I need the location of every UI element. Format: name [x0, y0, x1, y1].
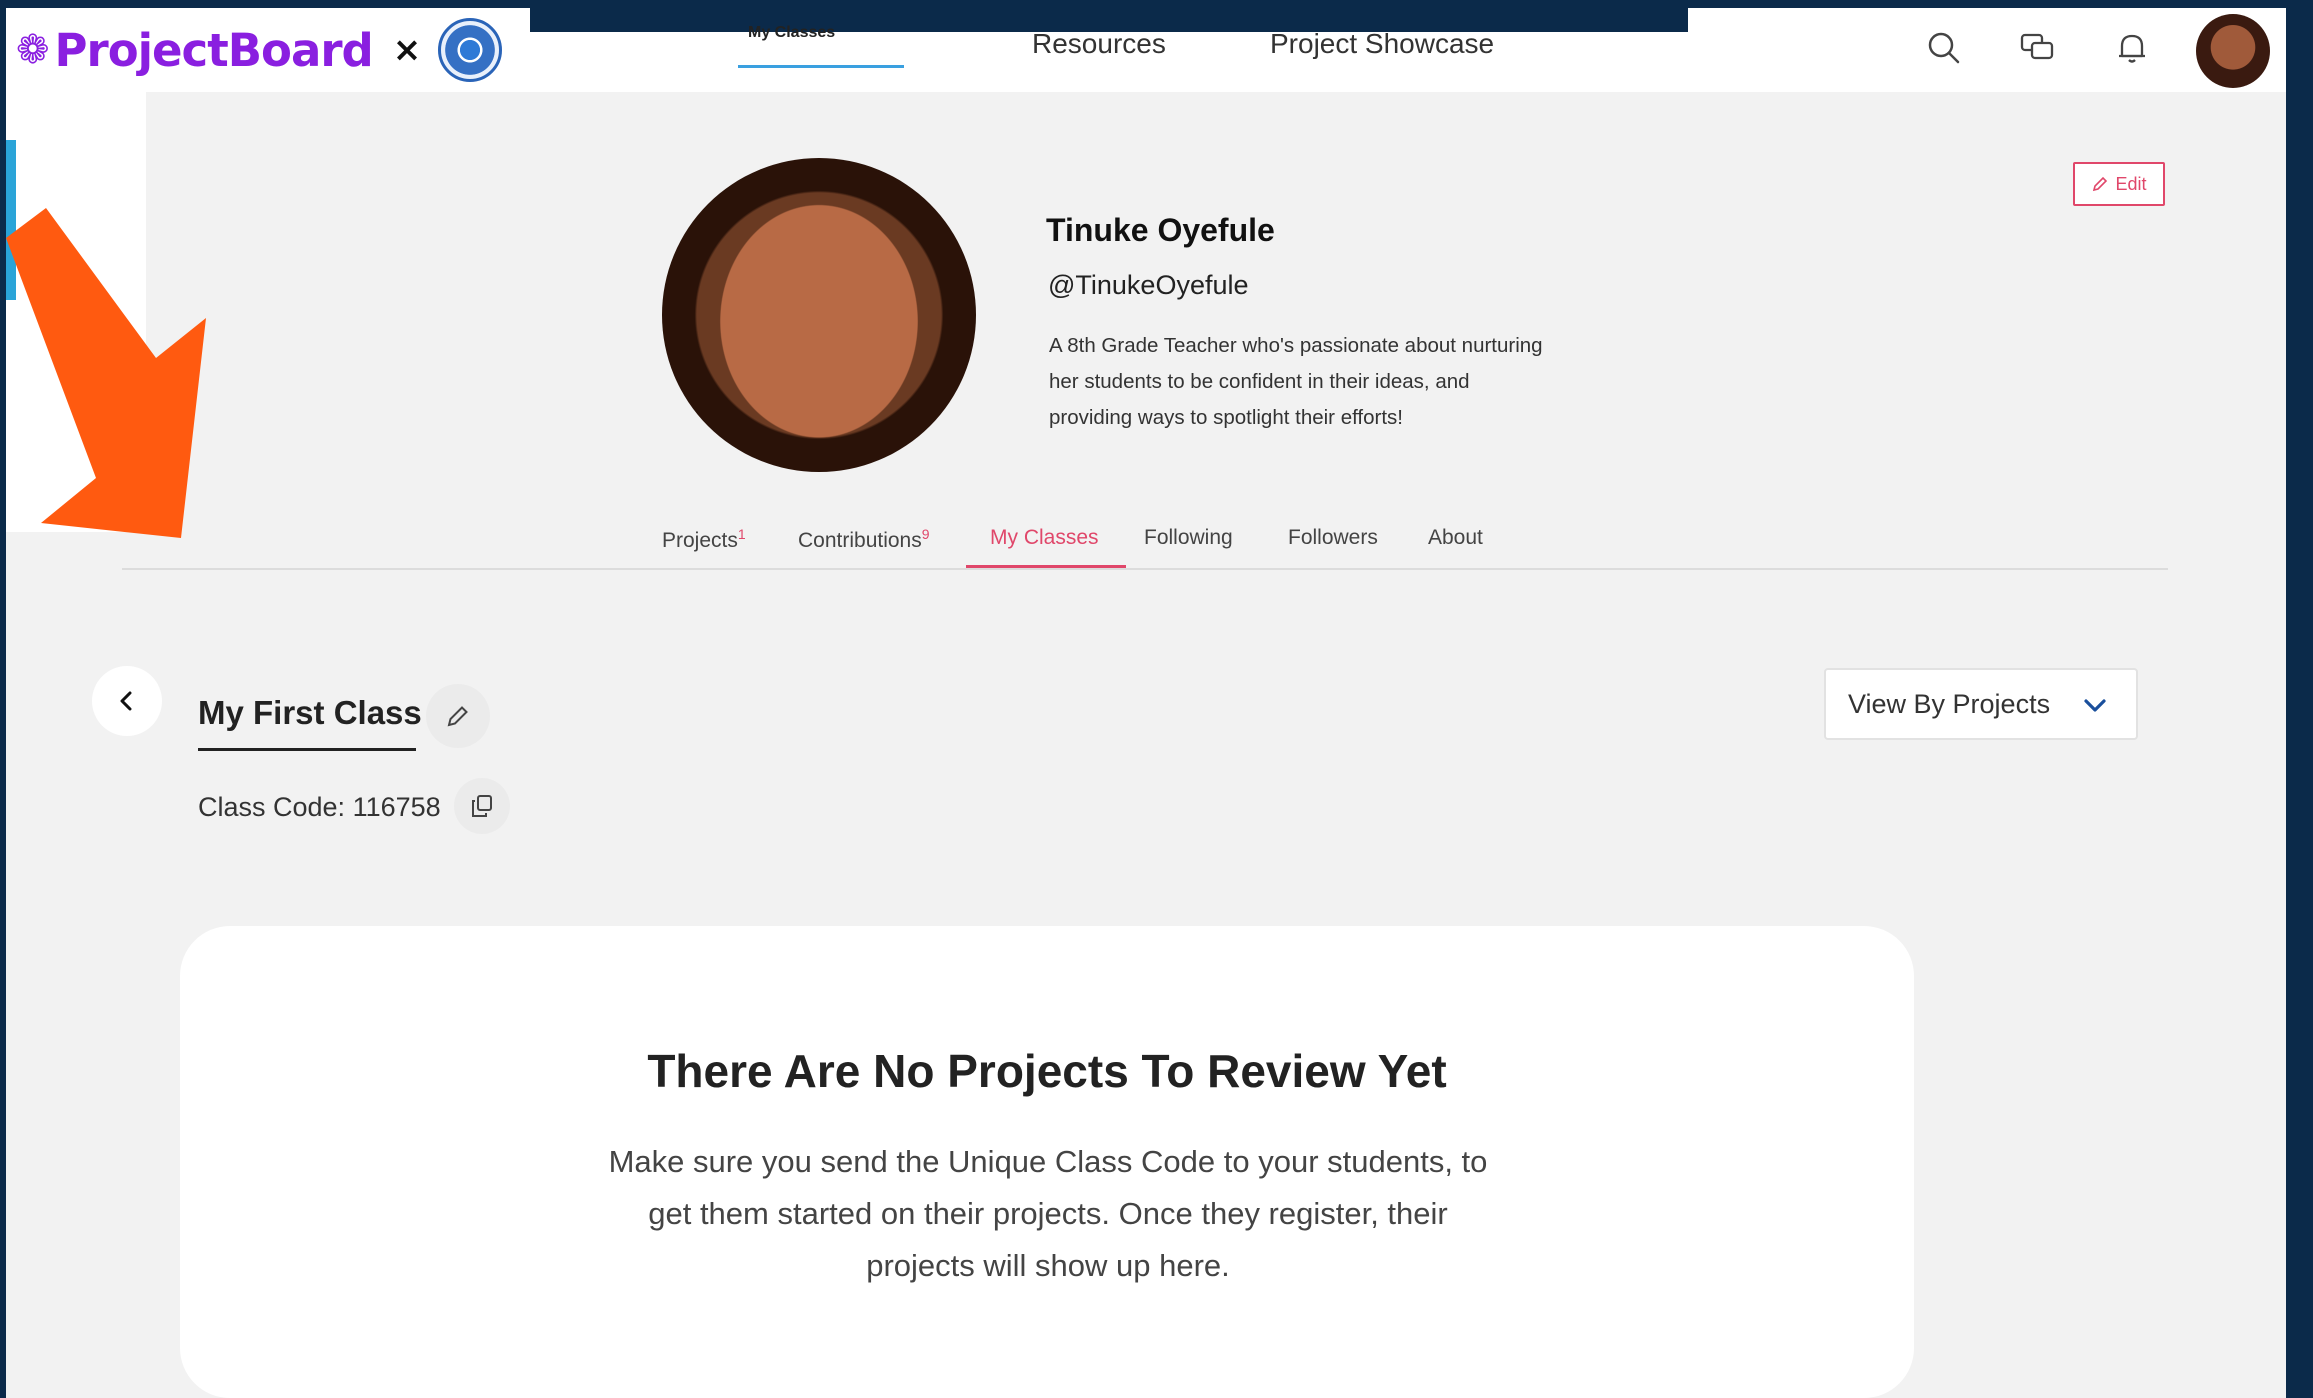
- profile-handle: @TinukeOyefule: [1048, 270, 1249, 300]
- tabs-divider: [122, 568, 2168, 570]
- empty-state-title: There Are No Projects To Review Yet: [647, 1045, 1447, 1097]
- brand-gear-icon: ❁: [16, 27, 50, 73]
- edit-label: Edit: [2115, 173, 2147, 194]
- tab-projects[interactable]: Projects1: [662, 526, 746, 553]
- profile-bio: A 8th Grade Teacher who's passionate abo…: [1049, 328, 1609, 436]
- empty-state-line: get them started on their projects. Once…: [648, 1196, 1448, 1231]
- tab-following[interactable]: Following: [1144, 526, 1233, 550]
- app-page: ❁ ProjectBoard × My Classes Resources Pr…: [6, 8, 2293, 1398]
- search-icon[interactable]: [1924, 28, 1964, 68]
- tab-about[interactable]: About: [1428, 526, 1483, 550]
- nav-resources[interactable]: Resources: [1032, 28, 1166, 60]
- edit-profile-button[interactable]: Edit: [2073, 162, 2165, 206]
- empty-state-line: Make sure you send the Unique Class Code…: [608, 1144, 1488, 1179]
- profile-bio-line: her students to be confident in their id…: [1049, 370, 1470, 393]
- pencil-icon: [2093, 176, 2108, 192]
- top-nav: ❁ ProjectBoard × My Classes Resources Pr…: [6, 8, 2293, 92]
- chevron-down-icon: [2084, 699, 2106, 712]
- user-avatar[interactable]: [2196, 14, 2270, 88]
- tab-contributions[interactable]: Contributions9: [798, 526, 930, 553]
- empty-state-card: There Are No Projects To Review Yet Make…: [180, 926, 1914, 1398]
- tab-active-underline: [966, 565, 1126, 568]
- view-by-select[interactable]: View By Projects: [1824, 668, 2138, 740]
- back-button[interactable]: [92, 666, 162, 736]
- class-code: Class Code: 116758: [198, 792, 441, 822]
- partner-seal-icon: [438, 18, 503, 82]
- frame-right: [2286, 0, 2313, 1398]
- nav-my-classes[interactable]: My Classes: [748, 24, 835, 42]
- profile-bio-line: providing ways to spotlight their effort…: [1049, 406, 1403, 429]
- bell-icon[interactable]: [2112, 28, 2152, 68]
- brand-separator: ×: [392, 30, 421, 70]
- empty-state-text: Make sure you send the Unique Class Code…: [528, 1136, 1568, 1292]
- pencil-icon: [447, 706, 468, 727]
- annotation-arrow-icon: [6, 208, 206, 538]
- messages-icon[interactable]: [2018, 28, 2058, 68]
- empty-state-line: projects will show up here.: [866, 1248, 1230, 1283]
- brand-name: ProjectBoard: [54, 23, 374, 77]
- brand-logo[interactable]: ❁ ProjectBoard ×: [16, 14, 503, 86]
- nav-active-underline: [738, 65, 904, 68]
- class-title: My First Class: [198, 694, 422, 731]
- tab-followers[interactable]: Followers: [1288, 526, 1378, 550]
- tab-count: 9: [921, 526, 930, 542]
- tab-my-classes[interactable]: My Classes: [990, 526, 1099, 550]
- tab-count: 1: [737, 526, 746, 542]
- profile-photo: [662, 158, 976, 472]
- profile-bio-line: A 8th Grade Teacher who's passionate abo…: [1049, 334, 1543, 357]
- class-title-underline: [198, 748, 416, 751]
- nav-project-showcase[interactable]: Project Showcase: [1270, 28, 1494, 60]
- profile-name: Tinuke Oyefule: [1046, 212, 1275, 248]
- copy-icon: [472, 795, 492, 817]
- copy-code-button[interactable]: [454, 778, 510, 834]
- view-by-value: View By Projects: [1848, 688, 2051, 719]
- chevron-left-icon: [120, 691, 132, 711]
- rename-class-button[interactable]: [426, 684, 490, 748]
